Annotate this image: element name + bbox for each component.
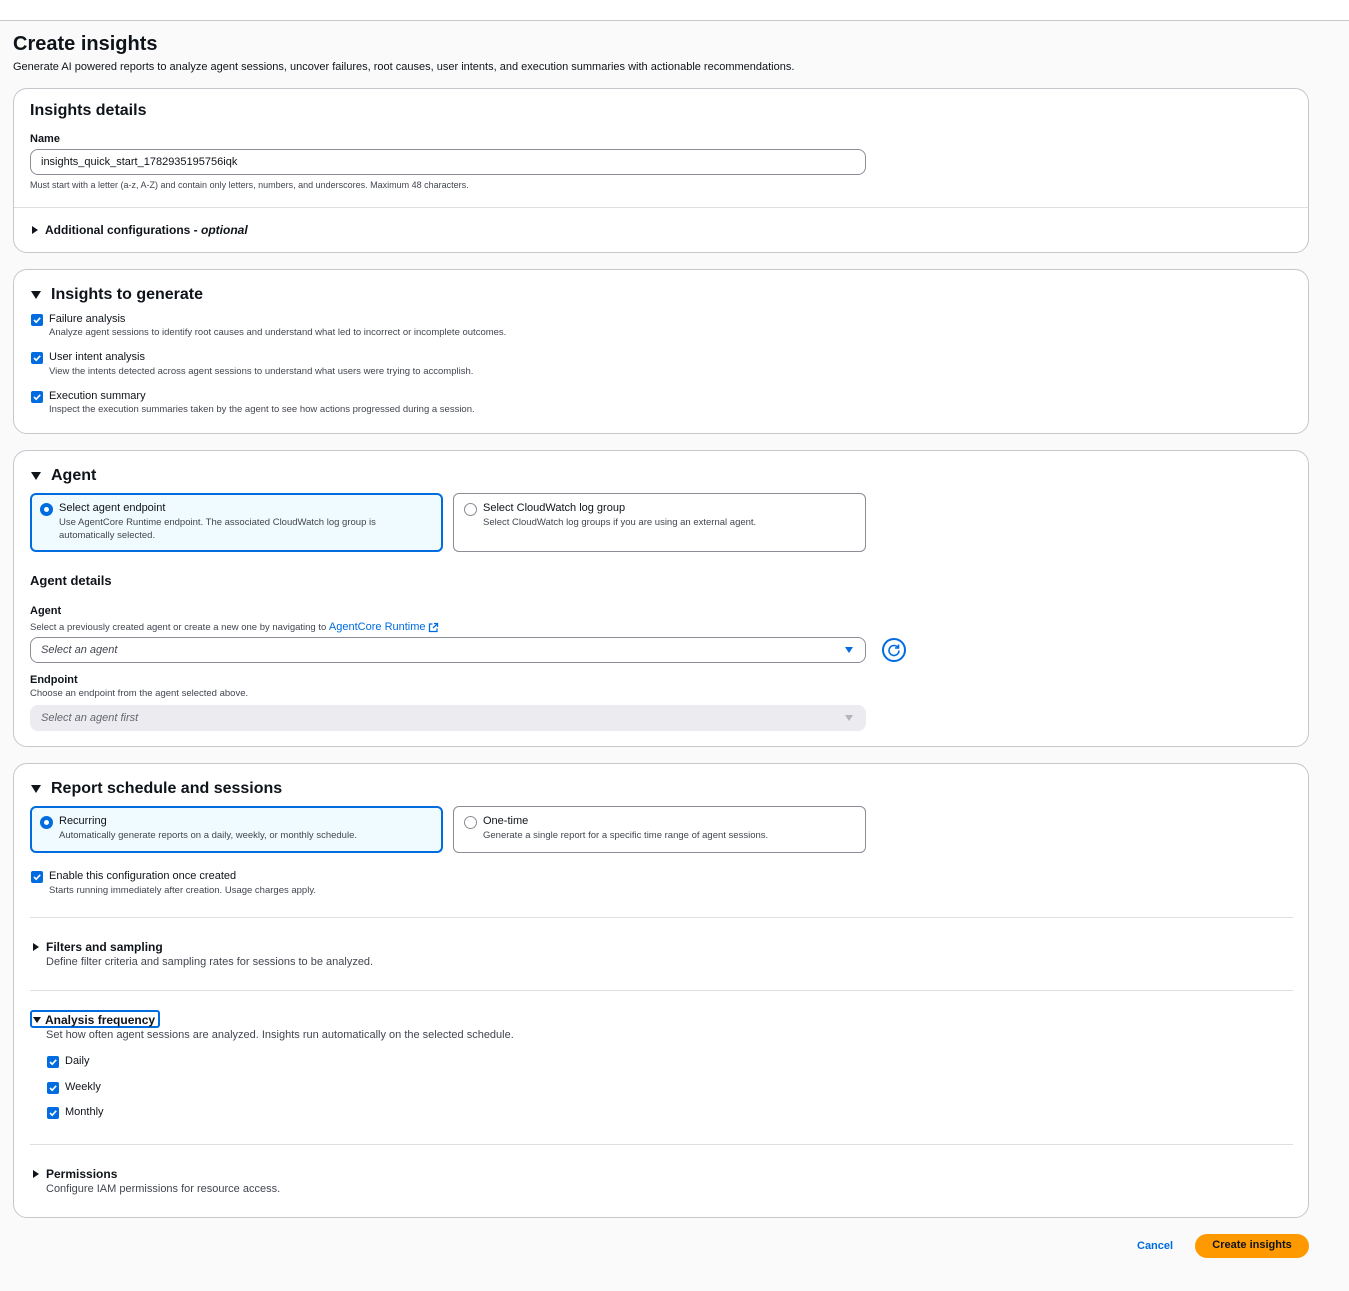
report-schedule-title: Report schedule and sessions	[51, 780, 283, 797]
agent-desc-text: Select a previously created agent or cre…	[30, 622, 329, 633]
caret-down-icon	[31, 291, 41, 299]
tile-one-time[interactable]: One-time Generate a single report for a …	[453, 806, 866, 853]
analysis-frequency-desc: Set how often agent sessions are analyze…	[46, 1029, 514, 1041]
check-icon	[33, 394, 41, 401]
check-icon	[33, 317, 41, 324]
insights-details-title: Insights details	[30, 102, 147, 119]
radio-agent-endpoint[interactable]	[40, 503, 53, 516]
agent-desc: Select a previously created agent or cre…	[30, 621, 439, 633]
check-icon	[33, 874, 41, 881]
analysis-frequency-title: Analysis frequency	[45, 1013, 156, 1027]
user-intent-analysis-label: User intent analysis	[49, 351, 145, 363]
additional-configurations-toggle[interactable]: Additional configurations - optional	[32, 223, 248, 237]
tile-title: One-time	[483, 815, 529, 827]
tile-title: Recurring	[59, 815, 107, 827]
check-icon	[33, 355, 41, 362]
divider	[30, 990, 1293, 991]
agentcore-runtime-link[interactable]: AgentCore Runtime	[329, 621, 426, 633]
radio-cloudwatch-log-group[interactable]	[464, 503, 477, 516]
tile-select-agent-endpoint[interactable]: Select agent endpoint Use AgentCore Runt…	[30, 493, 443, 552]
insights-to-generate-card: Insights to generate Failure analysis An…	[13, 269, 1309, 434]
user-intent-analysis-desc: View the intents detected across agent s…	[49, 366, 474, 377]
additional-configurations-label: Additional configurations -	[45, 223, 201, 237]
insights-to-generate-title: Insights to generate	[51, 286, 204, 303]
tile-desc: Automatically generate reports on a dail…	[59, 830, 357, 841]
top-bar	[0, 0, 1349, 21]
endpoint-select-placeholder: Select an agent first	[41, 712, 139, 724]
report-schedule-card: Report schedule and sessions Recurring A…	[13, 763, 1309, 1218]
name-input[interactable]: insights_quick_start_1782935195756iqk	[30, 149, 866, 175]
analysis-frequency-header: Analysis frequency	[33, 1013, 155, 1027]
divider	[30, 917, 1293, 918]
user-intent-analysis-checkbox[interactable]	[31, 352, 43, 364]
tile-recurring[interactable]: Recurring Automatically generate reports…	[30, 806, 443, 853]
filters-sampling-title: Filters and sampling	[46, 940, 163, 954]
divider	[14, 207, 1308, 208]
check-icon	[49, 1110, 57, 1117]
agent-select[interactable]: Select an agent	[30, 637, 866, 663]
permissions-title: Permissions	[46, 1167, 118, 1181]
weekly-label: Weekly	[65, 1081, 101, 1093]
caret-down-icon	[31, 785, 41, 793]
failure-analysis-desc: Analyze agent sessions to identify root …	[49, 327, 507, 338]
page-title: Create insights	[13, 33, 158, 55]
agent-header[interactable]: Agent	[31, 467, 96, 485]
endpoint-desc: Choose an endpoint from the agent select…	[30, 688, 249, 699]
weekly-checkbox[interactable]	[47, 1082, 59, 1094]
permissions-toggle[interactable]: Permissions	[33, 1167, 117, 1181]
caret-right-icon	[33, 943, 39, 951]
caret-down-icon	[31, 472, 41, 480]
execution-summary-label: Execution summary	[49, 390, 146, 402]
create-insights-button[interactable]: Create insights	[1195, 1234, 1309, 1258]
agent-select-placeholder: Select an agent	[41, 644, 118, 656]
radio-one-time[interactable]	[464, 816, 477, 829]
report-schedule-header[interactable]: Report schedule and sessions	[31, 780, 282, 798]
caret-right-icon	[33, 1170, 39, 1178]
chevron-down-icon	[845, 647, 853, 653]
name-label: Name	[30, 133, 60, 145]
page-description: Generate AI powered reports to analyze a…	[13, 61, 795, 73]
tile-desc: Generate a single report for a specific …	[483, 830, 769, 841]
filters-sampling-desc: Define filter criteria and sampling rate…	[46, 956, 374, 968]
enable-configuration-desc: Starts running immediately after creatio…	[49, 885, 317, 896]
cancel-button[interactable]: Cancel	[1137, 1240, 1173, 1252]
execution-summary-desc: Inspect the execution summaries taken by…	[49, 404, 475, 415]
filters-sampling-toggle[interactable]: Filters and sampling	[33, 940, 163, 954]
agent-details-title: Agent details	[30, 573, 112, 588]
permissions-desc: Configure IAM permissions for resource a…	[46, 1183, 281, 1195]
daily-checkbox[interactable]	[47, 1056, 59, 1068]
enable-configuration-checkbox[interactable]	[31, 871, 43, 883]
radio-recurring[interactable]	[40, 816, 53, 829]
agent-label: Agent	[30, 605, 62, 617]
tile-title: Select CloudWatch log group	[483, 502, 626, 514]
chevron-down-icon	[845, 715, 853, 721]
tile-desc: Select CloudWatch log groups if you are …	[483, 517, 757, 528]
insights-to-generate-header[interactable]: Insights to generate	[31, 286, 203, 304]
tile-title: Select agent endpoint	[59, 502, 166, 514]
agent-title: Agent	[51, 467, 97, 484]
name-hint: Must start with a letter (a-z, A-Z) and …	[30, 180, 469, 190]
execution-summary-checkbox[interactable]	[31, 391, 43, 403]
external-link-icon[interactable]	[428, 622, 439, 633]
monthly-label: Monthly	[65, 1106, 104, 1118]
refresh-button[interactable]	[882, 638, 906, 662]
insights-details-card: Insights details Name insights_quick_sta…	[13, 88, 1309, 253]
daily-label: Daily	[65, 1055, 90, 1067]
caret-down-icon	[33, 1017, 41, 1023]
divider	[30, 1144, 1293, 1145]
tile-desc: Use AgentCore Runtime endpoint. The asso…	[59, 517, 376, 541]
agent-card: Agent Select agent endpoint Use AgentCor…	[13, 450, 1309, 747]
check-icon	[49, 1085, 57, 1092]
optional-label: optional	[201, 223, 248, 237]
endpoint-label: Endpoint	[30, 674, 78, 686]
endpoint-select[interactable]: Select an agent first	[30, 705, 866, 731]
failure-analysis-label: Failure analysis	[49, 313, 126, 325]
failure-analysis-checkbox[interactable]	[31, 314, 43, 326]
refresh-icon	[888, 644, 900, 657]
tile-select-cloudwatch-log-group[interactable]: Select CloudWatch log group Select Cloud…	[453, 493, 866, 552]
monthly-checkbox[interactable]	[47, 1107, 59, 1119]
caret-right-icon	[32, 226, 38, 234]
check-icon	[49, 1059, 57, 1066]
enable-configuration-label: Enable this configuration once created	[49, 870, 237, 882]
